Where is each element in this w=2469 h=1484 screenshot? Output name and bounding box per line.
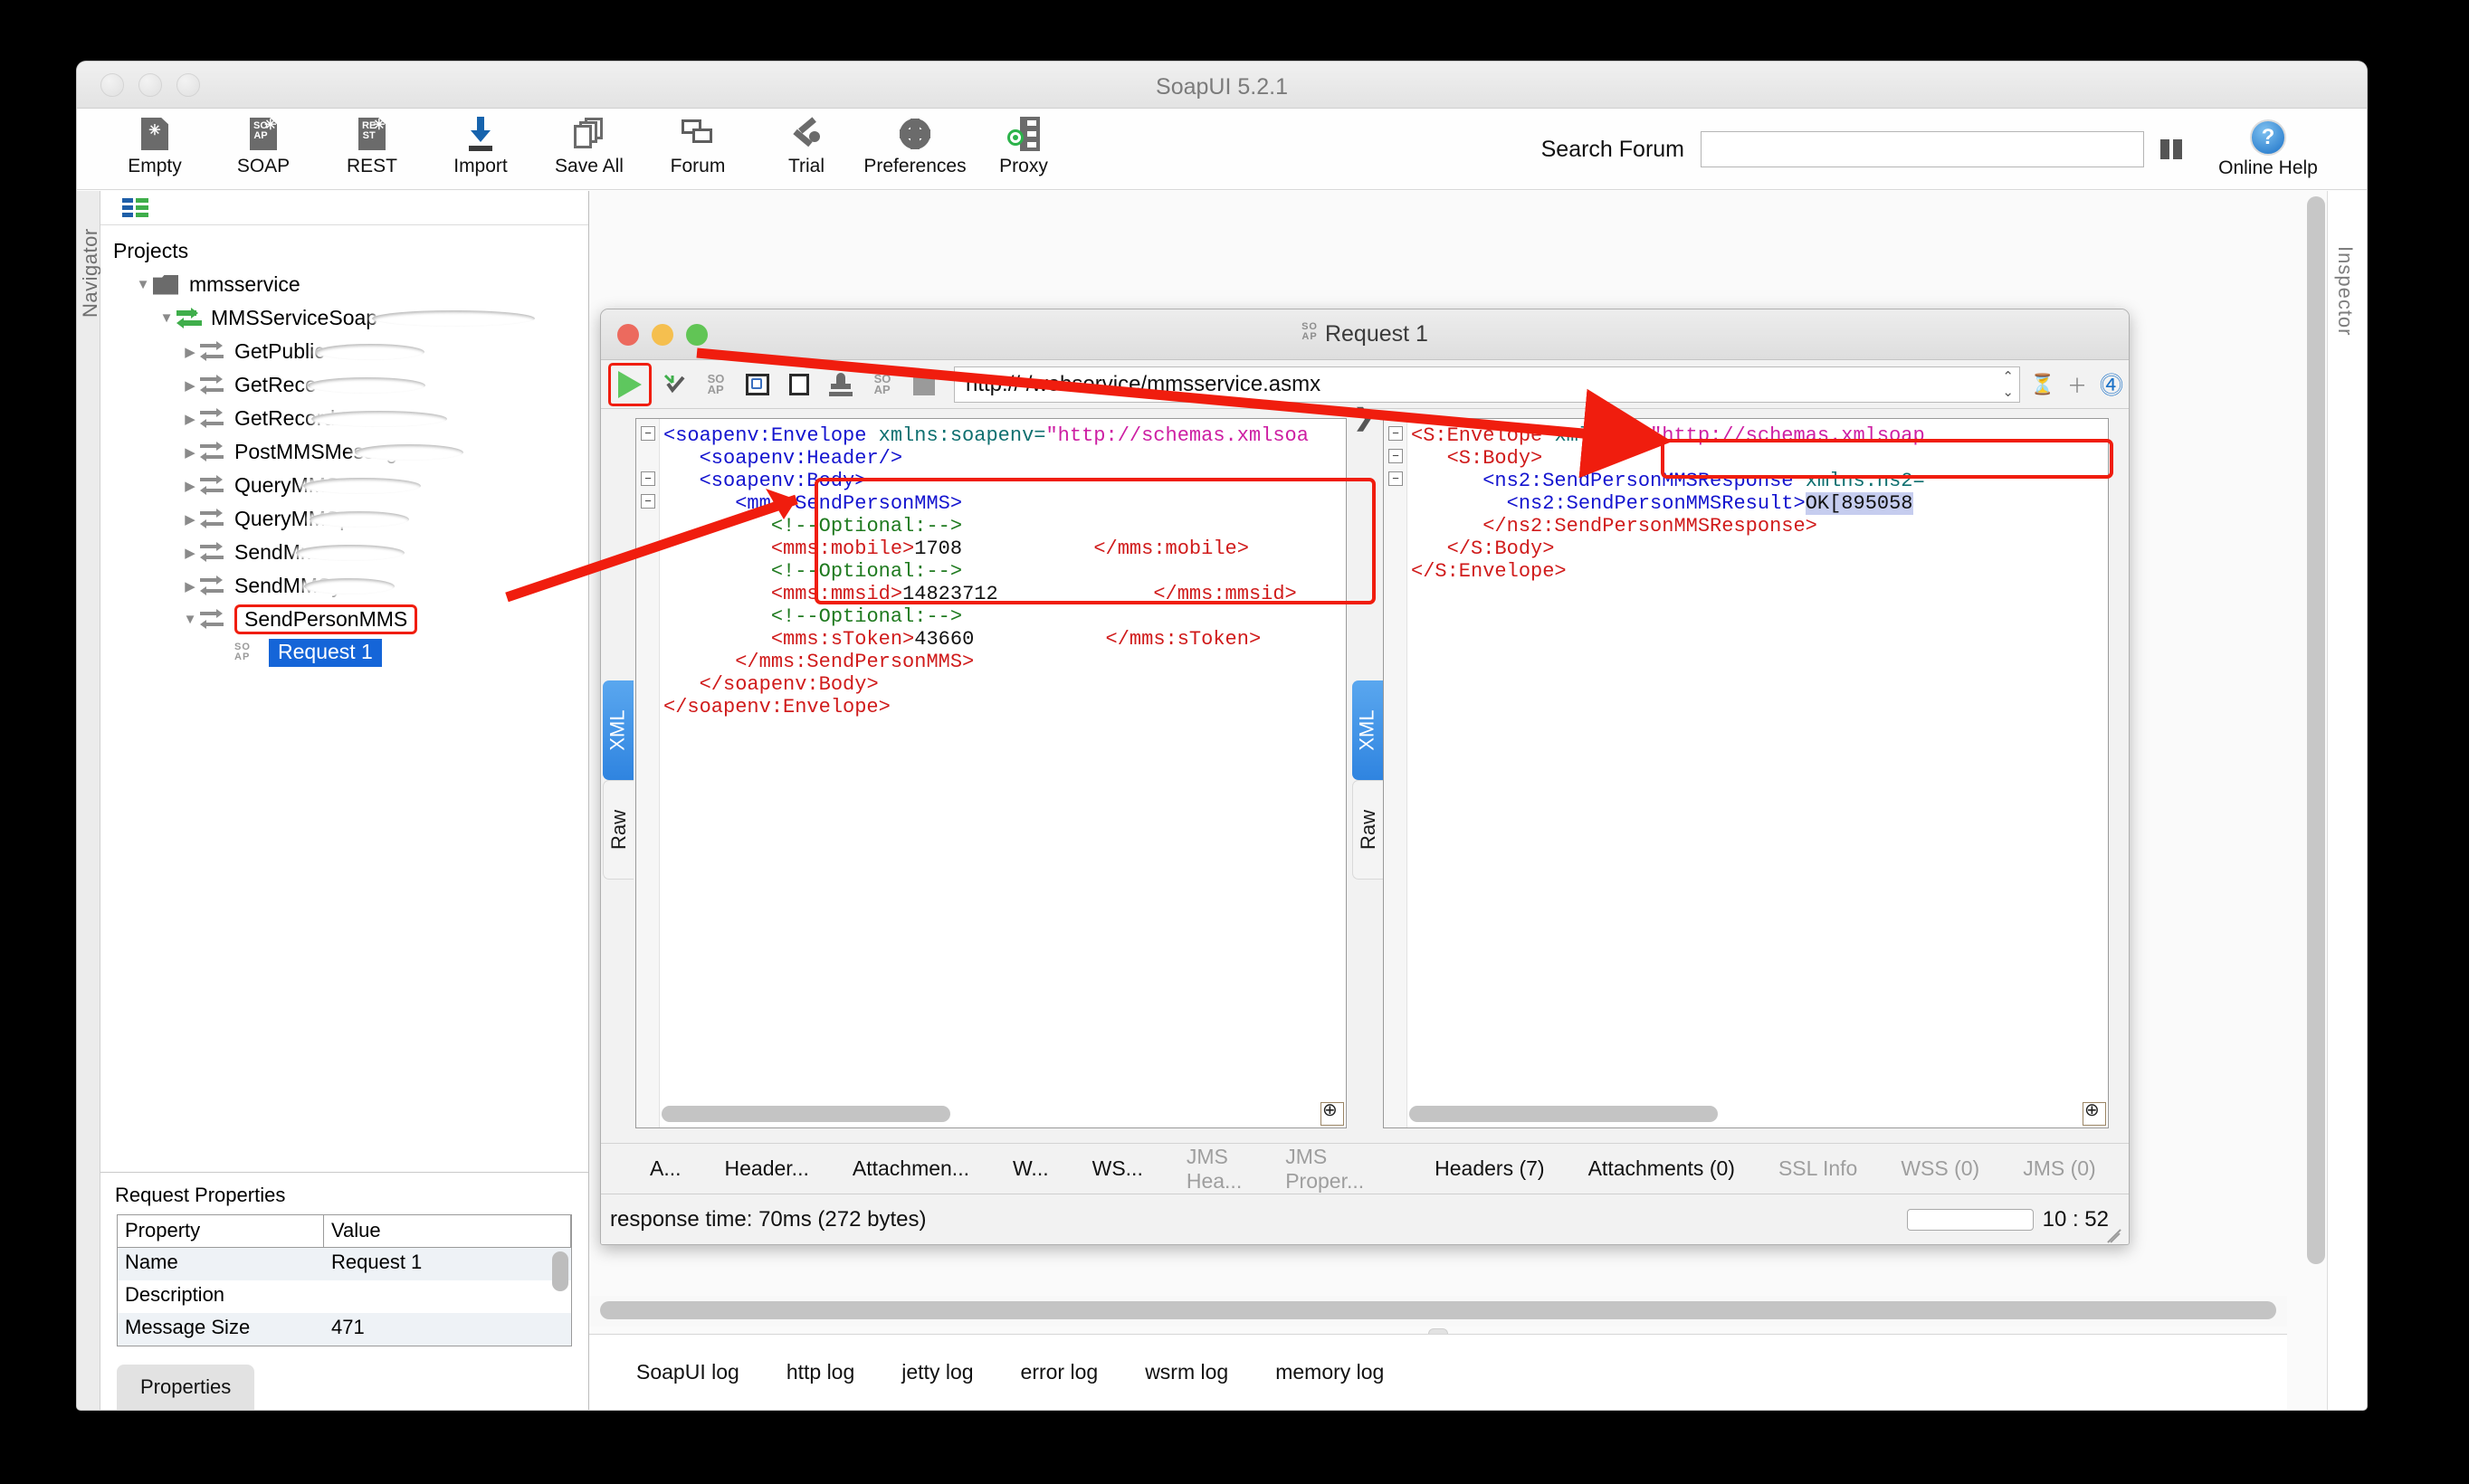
annotation-arrow-to-response — [696, 347, 1673, 479]
annotation-box-request-values — [815, 478, 1376, 604]
annotation-overlay — [505, 347, 1673, 603]
annotation-box-response-result — [1661, 439, 2113, 479]
